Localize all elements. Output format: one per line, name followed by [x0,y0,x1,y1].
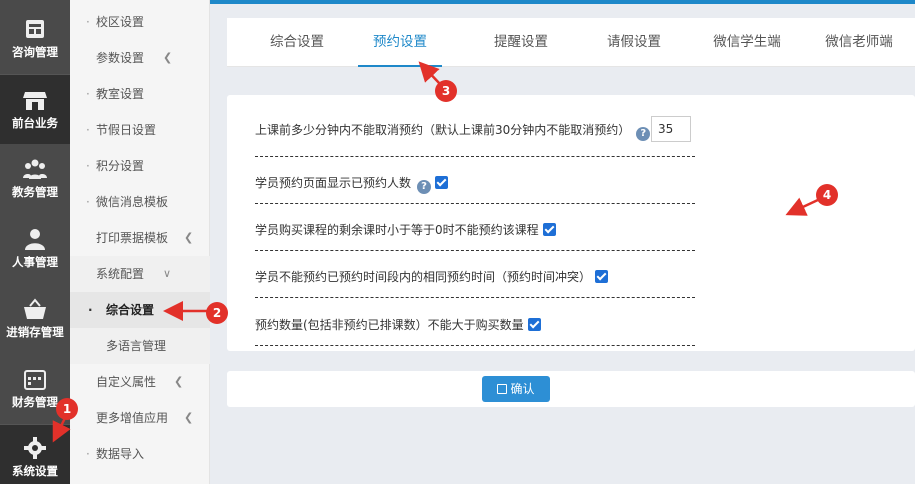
cancel-window-label: 上课前多少分钟内不能取消预约（默认上课前30分钟内不能取消预约） [255,123,631,137]
menu-item-classroom[interactable]: · 教室设置 [70,76,210,112]
cancel-window-row: 上课前多少分钟内不能取消预约（默认上课前30分钟内不能取消预约）? [255,121,695,141]
conflict-label: 学员不能预约已预约时间段内的相同预约时间（预约时间冲突） [255,270,592,284]
zero-hours-label: 学员购买课程的剩余课时小于等于0时不能预约该课程 [255,223,539,237]
zero-hours-row: 学员购买课程的剩余课时小于等于0时不能预约该课程 [255,221,695,238]
basket-icon [24,298,46,319]
menu-item-wechat-template[interactable]: · 微信消息模板 [70,184,210,220]
menu-label: 教室设置 [96,87,145,101]
chevron-left-icon: ❮ [184,231,194,244]
menu-item-holiday[interactable]: · 节假日设置 [70,112,210,148]
rail-label: 系统设置 [12,464,58,478]
rail-label: 前台业务 [12,116,58,130]
max-count-checkbox[interactable] [527,318,541,331]
consult-icon [26,20,44,38]
annotation-badge-3: 3 [435,80,457,102]
rail-item-system-settings[interactable]: 系统设置 [0,424,70,484]
conflict-row: 学员不能预约已预约时间段内的相同预约时间（预约时间冲突） [255,268,695,285]
confirm-label: 确认 [510,382,535,396]
menu-label: 节假日设置 [96,123,157,137]
menu-label: 参数设置 [96,51,145,65]
menu-item-general-settings[interactable]: · 综合设置 [70,292,210,328]
menu-item-more-apps[interactable]: 更多增值应用 ❮ [70,400,210,436]
menu-label: 数据导入 [96,447,145,461]
annotation-badge-4: 4 [816,184,838,206]
tab-booking[interactable]: 预约设置 [358,18,442,67]
show-count-label: 学员预约页面显示已预约人数 [255,176,412,190]
help-icon[interactable]: ? [417,180,432,194]
menu-item-campus[interactable]: · 校区设置 [70,4,210,40]
rail-item-front-desk[interactable]: 前台业务 [0,74,70,144]
tab-wechat-teacher[interactable]: 微信老师端 [813,18,905,67]
rail-item-hr[interactable]: 人事管理 [0,214,70,284]
menu-label: 多语言管理 [106,339,167,353]
tab-wechat-student[interactable]: 微信学生端 [701,18,793,67]
settings-tabbar: 综合设置 预约设置 提醒设置 请假设置 微信学生端 微信老师端 [227,18,915,67]
divider [255,203,695,204]
divider [255,156,695,157]
menu-label: 校区设置 [96,15,145,29]
rail-label: 进销存管理 [6,325,64,339]
rail-label: 人事管理 [12,255,58,269]
annotation-badge-2: 2 [206,302,228,324]
rail-label: 教务管理 [12,185,58,199]
menu-item-print-template[interactable]: 打印票据模板 ❮ [70,220,210,256]
chevron-down-icon: ∨ [163,267,172,280]
annotation-badge-1: 1 [56,398,78,420]
show-count-row: 学员预约页面显示已预约人数? [255,174,695,194]
calendar-icon [24,370,46,390]
tab-general[interactable]: 综合设置 [255,18,339,67]
rail-item-consult[interactable]: 咨询管理 [0,4,70,74]
action-panel [227,371,915,407]
help-icon[interactable]: ? [636,127,651,141]
rail-label: 咨询管理 [12,45,58,59]
max-count-row: 预约数量(包括非预约已排课数）不能大于购买数量 [255,316,695,333]
menu-label: 系统配置 [96,267,145,281]
menu-item-points[interactable]: · 积分设置 [70,148,210,184]
menu-label: 微信消息模板 [96,195,169,209]
people-group-icon [23,159,47,179]
rail-item-academic[interactable]: 教务管理 [0,144,70,214]
show-count-checkbox[interactable] [435,176,449,189]
menu-item-custom-attr[interactable]: 自定义属性 ❮ [70,364,210,400]
divider [255,297,695,298]
settings-submenu: · 校区设置 参数设置 ❮ · 教室设置 · 节假日设置 · 积分设置 · 微信消息模板 打… [70,0,210,484]
cancel-minutes-input[interactable]: 35 [651,116,691,142]
menu-item-language[interactable]: 多语言管理 [70,328,210,364]
menu-item-data-import[interactable]: · 数据导入 [70,436,210,472]
conflict-checkbox[interactable] [595,270,609,283]
rail-item-inventory[interactable]: 进销存管理 [0,284,70,354]
storefront-icon [23,92,47,110]
menu-label: 打印票据模板 [96,231,169,245]
confirm-button[interactable]: 确认 [482,376,550,402]
chevron-left-icon: ❮ [184,411,194,424]
menu-label: 积分设置 [96,159,145,173]
menu-item-system-config[interactable]: 系统配置 ∨ [70,256,210,292]
person-icon [25,229,45,250]
chevron-left-icon: ❮ [174,375,184,388]
menu-item-params[interactable]: 参数设置 ❮ [70,40,210,76]
menu-label: 更多增值应用 [96,411,169,425]
tab-leave[interactable]: 请假设置 [592,18,676,67]
menu-label: 自定义属性 [96,375,157,389]
chevron-left-icon: ❮ [163,51,173,64]
divider [255,250,695,251]
zero-hours-checkbox[interactable] [542,223,556,236]
menu-label: 综合设置 [106,303,155,317]
save-icon [497,384,508,394]
divider [255,345,695,346]
tab-reminder[interactable]: 提醒设置 [479,18,563,67]
gear-icon [24,437,46,459]
max-count-label: 预约数量(包括非预约已排课数）不能大于购买数量 [255,318,524,332]
